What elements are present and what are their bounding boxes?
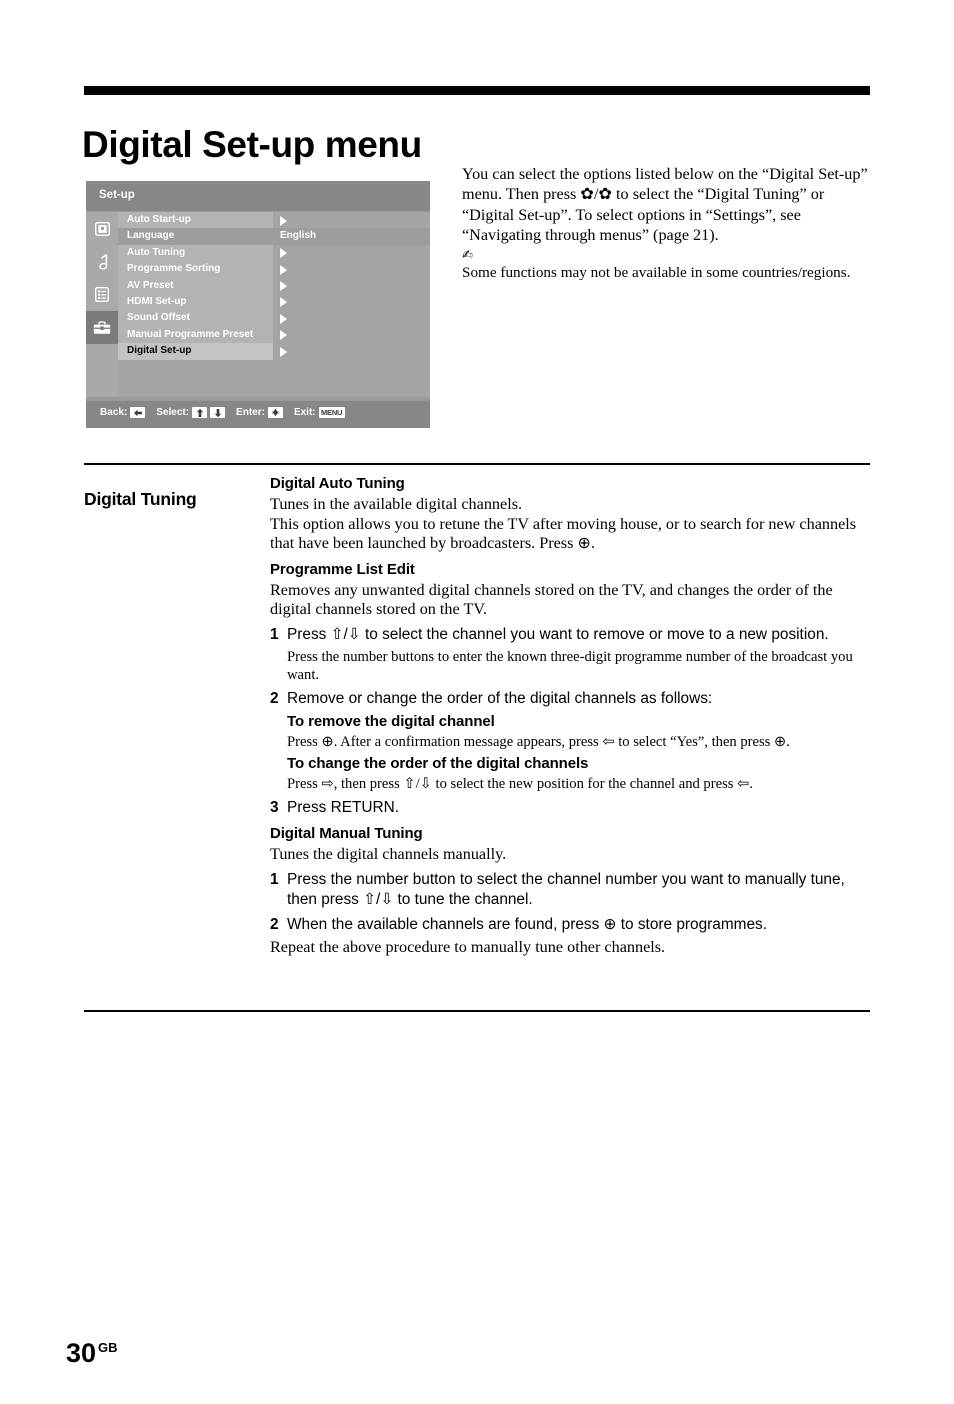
- subheading-digital-auto-tuning: Digital Auto Tuning: [270, 475, 405, 492]
- osd-row-label: AV Preset: [127, 279, 174, 291]
- section-top-rule: [84, 463, 870, 465]
- osd-body: Auto Start-up Language English Auto Tuni…: [86, 212, 430, 397]
- step-text: Remove or change the order of the digita…: [287, 689, 713, 707]
- osd-row-label: Auto Tuning: [127, 246, 186, 258]
- osd-footer-exit: Exit: MENU: [294, 407, 345, 418]
- osd-header-label: Set-up: [99, 189, 135, 201]
- chevron-right-icon: [280, 264, 287, 275]
- step-item: 1 Press ⇧/⇩ to select the channel you wa…: [270, 625, 872, 645]
- chevron-right-icon: [280, 330, 287, 341]
- osd-row-label: Digital Set-up: [127, 345, 192, 357]
- osd-row-label: Sound Offset: [127, 312, 190, 324]
- section-bottom-rule: [84, 1010, 870, 1012]
- manual-tuning-closing: Repeat the above procedure to manually t…: [270, 937, 666, 956]
- arrow-left-key-icon: [130, 407, 146, 418]
- step-item: 3 Press RETURN.: [270, 798, 872, 818]
- step-text: Press ⇧/⇩ to select the channel you want…: [287, 625, 829, 643]
- sound-note-icon[interactable]: [86, 245, 118, 278]
- change-order-digital-channels-text: Press ⇨, then press ⇧/⇩ to select the ne…: [287, 775, 753, 792]
- auto-tuning-line-2: This option allows you to retune the TV …: [270, 514, 857, 553]
- manual-tuning-description: Tunes the digital channels manually.: [270, 844, 507, 863]
- step-number: 2: [270, 915, 279, 933]
- osd-footer-select: Select:: [156, 407, 226, 418]
- osd-row-programme-sorting[interactable]: Programme Sorting: [118, 261, 430, 278]
- section-content: Digital Auto Tuning Tunes in the availab…: [270, 474, 872, 957]
- osd-row-label: HDMI Set-up: [127, 295, 187, 307]
- osd-category-sidebar: [86, 212, 118, 397]
- section-heading-digital-tuning: Digital Tuning: [84, 488, 197, 509]
- chevron-right-icon: [280, 215, 287, 226]
- intro-paragraph: You can select the options listed below …: [462, 165, 868, 245]
- tv-osd-screenshot: Set-up Auto Start-up Language English Au…: [86, 181, 430, 428]
- chevron-right-icon: [280, 248, 287, 259]
- note-pencil-icon: ✍: [462, 247, 473, 263]
- step-number: 1: [270, 625, 279, 643]
- osd-footer-back-label: Back:: [100, 407, 128, 418]
- step-text: When the available channels are found, p…: [287, 915, 767, 933]
- chevron-right-icon: [280, 297, 287, 308]
- features-list-icon[interactable]: [86, 278, 118, 311]
- chevron-right-icon: [280, 281, 287, 292]
- step-item: 2 Remove or change the order of the digi…: [270, 689, 872, 709]
- page-title: Digital Set-up menu: [82, 123, 422, 165]
- chevron-right-icon: [280, 313, 287, 324]
- osd-row-av-preset[interactable]: AV Preset: [118, 277, 430, 294]
- intro-text-block: You can select the options listed below …: [462, 164, 874, 282]
- osd-row-value: English: [280, 230, 317, 242]
- osd-footer-select-label: Select:: [156, 407, 190, 418]
- osd-row-auto-start-up[interactable]: Auto Start-up: [118, 212, 430, 229]
- osd-menu-rows: Auto Start-up Language English Auto Tuni…: [118, 212, 430, 397]
- subheading-digital-manual-tuning: Digital Manual Tuning: [270, 824, 423, 842]
- osd-footer-enter: Enter:: [236, 407, 283, 418]
- folio-number: 30: [66, 1338, 97, 1368]
- osd-row-label: Auto Start-up: [127, 214, 191, 225]
- menu-key-icon: MENU: [318, 407, 345, 418]
- step-number: 3: [270, 798, 279, 816]
- step-text: Press the number button to select the ch…: [287, 870, 845, 908]
- step-number: 1: [270, 870, 279, 888]
- step1-note: Press the number buttons to enter the kn…: [287, 648, 853, 683]
- programme-list-edit-description: Removes any unwanted digital channels st…: [270, 580, 833, 619]
- osd-row-language[interactable]: Language English: [118, 228, 430, 245]
- osd-row-label: Manual Programme Preset: [127, 328, 254, 340]
- enter-key-icon: [267, 407, 283, 418]
- title-top-rule: [84, 86, 870, 95]
- osd-header-bar: Set-up: [86, 181, 430, 211]
- subheading-change-order-digital-channels: To change the order of the digital chann…: [287, 754, 589, 772]
- osd-row-label: Language: [127, 230, 175, 242]
- osd-row-label: Programme Sorting: [127, 263, 221, 275]
- osd-row-hdmi-set-up[interactable]: HDMI Set-up: [118, 293, 430, 311]
- picture-icon[interactable]: [86, 212, 118, 245]
- page-folio: 30 GB: [66, 1338, 118, 1369]
- step-text: Press RETURN.: [287, 798, 400, 816]
- chevron-right-icon: [280, 346, 287, 357]
- osd-footer-enter-label: Enter:: [236, 407, 265, 418]
- auto-tuning-line-1: Tunes in the available digital channels.: [270, 495, 523, 513]
- subheading-remove-digital-channel: To remove the digital channel: [287, 712, 495, 730]
- folio-region: GB: [98, 1340, 118, 1355]
- subheading-programme-list-edit: Programme List Edit: [270, 560, 415, 578]
- arrow-down-key-icon: [210, 407, 226, 418]
- remove-digital-channel-text: Press ⊕. After a confirmation message ap…: [287, 733, 790, 750]
- osd-footer-bar: Back: Select: Enter: Exit: MENU: [86, 401, 430, 428]
- osd-row-digital-set-up[interactable]: Digital Set-up: [118, 343, 430, 360]
- osd-row-manual-programme-preset[interactable]: Manual Programme Preset: [118, 326, 430, 344]
- step-item: 2 When the available channels are found,…: [270, 915, 872, 935]
- osd-footer-exit-label: Exit:: [293, 407, 316, 418]
- osd-row-auto-tuning[interactable]: Auto Tuning: [118, 244, 430, 262]
- step-number: 2: [270, 689, 279, 707]
- osd-footer-back: Back:: [100, 407, 146, 418]
- step-item: 1 Press the number button to select the …: [270, 870, 872, 910]
- intro-note: Some functions may not be available in s…: [462, 263, 851, 281]
- osd-row-sound-offset[interactable]: Sound Offset: [118, 310, 430, 327]
- arrow-up-key-icon: [192, 407, 208, 418]
- setup-toolbox-icon[interactable]: [86, 311, 118, 344]
